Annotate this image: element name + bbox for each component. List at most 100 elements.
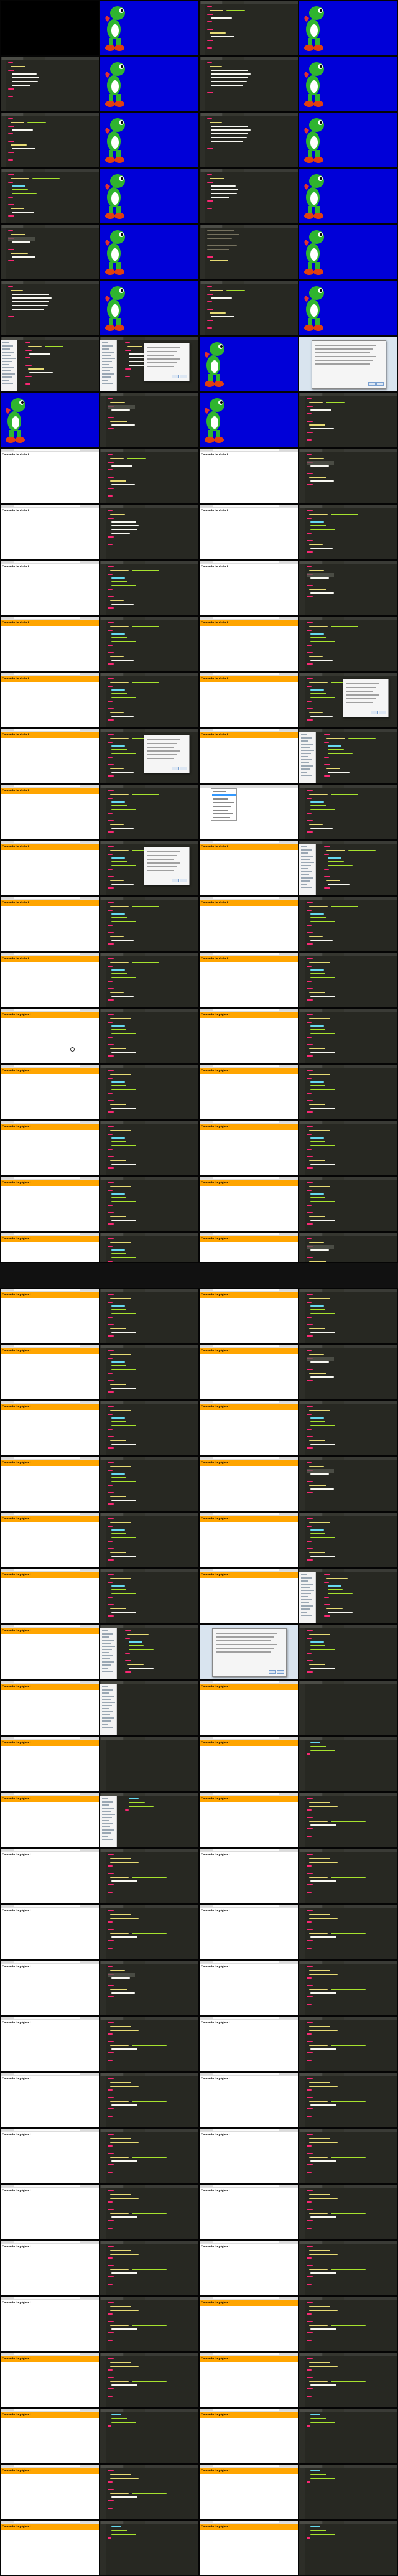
address-bar[interactable]	[213, 561, 279, 563]
code-editor[interactable]	[299, 449, 397, 503]
sidebar-item[interactable]	[102, 383, 113, 384]
code-editor[interactable]	[100, 2129, 198, 2183]
editor-tab[interactable]	[124, 1793, 145, 1796]
sidebar-item[interactable]	[301, 734, 307, 735]
sidebar-item[interactable]	[301, 887, 312, 888]
code-editor[interactable]	[100, 2353, 198, 2407]
address-bar[interactable]	[213, 2353, 279, 2355]
sidebar-item[interactable]	[301, 1612, 307, 1613]
editor-tab[interactable]	[323, 2409, 344, 2412]
sidebar-item[interactable]	[301, 1608, 310, 1610]
code-editor[interactable]	[1, 337, 99, 391]
sidebar-item[interactable]	[301, 865, 311, 866]
editor-tab[interactable]	[124, 505, 145, 508]
address-bar[interactable]	[14, 1121, 80, 1123]
address-bar[interactable]	[213, 2297, 279, 2299]
sidebar-item[interactable]	[102, 1630, 108, 1631]
editor-tab[interactable]	[24, 281, 45, 284]
sidebar-item[interactable]	[102, 1668, 108, 1669]
editor-tab[interactable]	[323, 2465, 344, 2468]
editor-tab[interactable]	[124, 1681, 145, 1684]
address-bar[interactable]	[14, 2465, 80, 2467]
sidebar-item[interactable]	[102, 1633, 113, 1635]
address-bar[interactable]	[14, 1905, 80, 1907]
address-bar[interactable]	[14, 449, 80, 451]
sidebar-item[interactable]	[102, 1839, 113, 1840]
code-editor[interactable]	[299, 1569, 397, 1623]
code-editor[interactable]	[299, 617, 397, 671]
editor-tab[interactable]	[24, 225, 45, 228]
sidebar-item[interactable]	[102, 352, 114, 353]
editor-tab[interactable]	[124, 2297, 145, 2300]
address-bar[interactable]	[14, 1177, 80, 1179]
code-editor[interactable]	[200, 225, 298, 279]
editor-tab[interactable]	[323, 1625, 344, 1628]
code-editor[interactable]	[100, 449, 198, 503]
code-editor[interactable]	[100, 2073, 198, 2127]
address-bar[interactable]	[14, 1233, 80, 1235]
code-editor[interactable]	[299, 2017, 397, 2071]
sidebar-item[interactable]	[102, 1649, 112, 1650]
editor-tab[interactable]	[323, 1233, 344, 1236]
file-sidebar[interactable]	[299, 732, 316, 783]
editor-tab[interactable]	[323, 1793, 344, 1796]
sidebar-item[interactable]	[102, 1724, 108, 1725]
editor-tab[interactable]	[124, 1961, 145, 1964]
code-editor[interactable]	[100, 1009, 198, 1063]
sidebar-item[interactable]	[301, 740, 308, 742]
editor-tab[interactable]	[124, 617, 145, 620]
dialog-ok-button[interactable]	[172, 767, 179, 770]
code-editor[interactable]	[100, 1177, 198, 1231]
sidebar-item[interactable]	[102, 348, 109, 350]
editor-tab[interactable]	[124, 841, 145, 844]
editor-tab[interactable]	[124, 449, 145, 452]
editor-tab[interactable]	[323, 393, 344, 396]
address-bar[interactable]	[213, 897, 279, 899]
address-bar[interactable]	[213, 2465, 279, 2467]
address-bar[interactable]	[213, 2241, 279, 2243]
sidebar-item[interactable]	[2, 352, 14, 353]
address-bar[interactable]	[14, 1457, 80, 1459]
menu-item[interactable]	[213, 791, 226, 792]
dialog-ok-button[interactable]	[172, 375, 179, 378]
editor-tab[interactable]	[24, 113, 45, 116]
editor-tab[interactable]	[124, 1401, 145, 1404]
code-editor[interactable]	[100, 505, 198, 559]
editor-tab[interactable]	[124, 1513, 145, 1516]
code-editor[interactable]	[299, 2297, 397, 2351]
code-editor[interactable]	[299, 1961, 397, 2015]
sidebar-item[interactable]	[102, 355, 111, 356]
address-bar[interactable]	[14, 1513, 80, 1515]
sidebar-item[interactable]	[102, 1801, 113, 1803]
address-bar[interactable]	[14, 785, 80, 787]
sidebar-item[interactable]	[301, 1577, 312, 1579]
editor-tab[interactable]	[323, 897, 344, 900]
editor-tab[interactable]	[323, 729, 344, 732]
address-bar[interactable]	[14, 2521, 80, 2523]
sidebar-item[interactable]	[301, 871, 312, 872]
file-sidebar[interactable]	[299, 844, 316, 895]
editor-tab[interactable]	[124, 393, 145, 396]
sidebar-item[interactable]	[102, 1711, 113, 1712]
sidebar-item[interactable]	[102, 1702, 115, 1703]
editor-tab[interactable]	[124, 2017, 145, 2020]
code-editor[interactable]	[100, 673, 198, 727]
sidebar-item[interactable]	[301, 1584, 313, 1585]
sidebar-item[interactable]	[102, 367, 113, 368]
dialog-cancel-button[interactable]	[180, 767, 187, 770]
code-editor[interactable]	[299, 505, 397, 559]
editor-tab[interactable]	[124, 1625, 145, 1628]
sidebar-item[interactable]	[301, 862, 314, 863]
sidebar-item[interactable]	[102, 1640, 114, 1641]
editor-tab[interactable]	[323, 617, 344, 620]
sidebar-item[interactable]	[301, 1596, 308, 1597]
editor-tab[interactable]	[124, 2521, 145, 2524]
code-editor[interactable]	[299, 1345, 397, 1399]
address-bar[interactable]	[213, 449, 279, 451]
address-bar[interactable]	[14, 2073, 80, 2075]
dialog-window[interactable]	[144, 343, 190, 381]
sidebar-item[interactable]	[102, 358, 115, 359]
address-bar[interactable]	[14, 1961, 80, 1963]
sidebar-item[interactable]	[301, 744, 313, 745]
address-bar[interactable]	[213, 2073, 279, 2075]
